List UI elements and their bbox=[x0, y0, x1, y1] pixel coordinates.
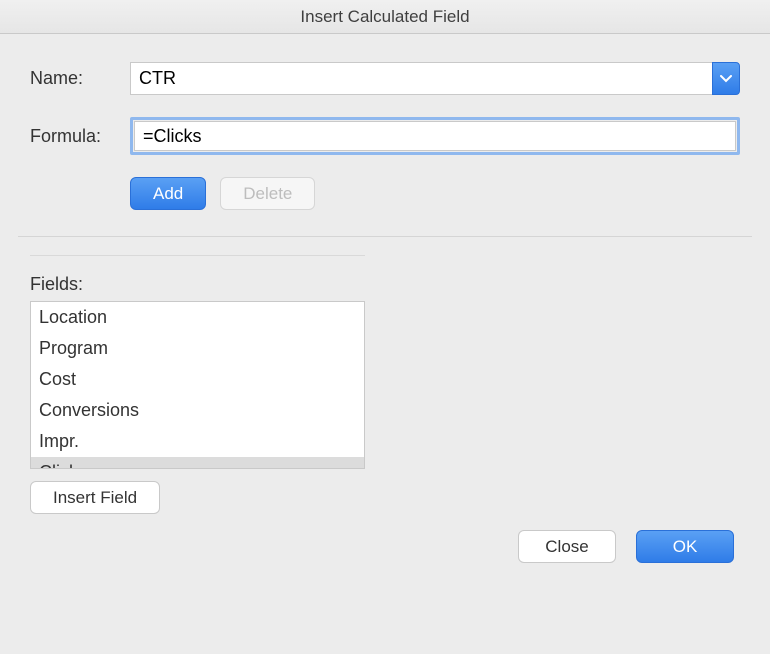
name-combobox bbox=[130, 62, 740, 95]
formula-input-wrap bbox=[130, 117, 740, 155]
name-label: Name: bbox=[30, 68, 130, 89]
formula-input[interactable] bbox=[134, 121, 736, 151]
list-item[interactable]: Clicks bbox=[31, 457, 364, 469]
name-input[interactable] bbox=[130, 62, 712, 95]
formula-label: Formula: bbox=[30, 126, 130, 147]
dialog-content: Name: Formula: Add Delete Fields: Locati… bbox=[0, 34, 770, 583]
fields-listbox[interactable]: LocationProgramCostConversionsImpr.Click… bbox=[30, 301, 365, 469]
chevron-down-icon bbox=[720, 75, 732, 83]
list-item[interactable]: Impr. bbox=[31, 426, 364, 457]
action-button-row: Add Delete bbox=[130, 177, 740, 210]
footer-row: Close OK bbox=[30, 530, 740, 563]
fields-label: Fields: bbox=[30, 274, 740, 295]
delete-button: Delete bbox=[220, 177, 315, 210]
ok-button[interactable]: OK bbox=[636, 530, 734, 563]
divider bbox=[18, 236, 752, 237]
list-item[interactable]: Location bbox=[31, 302, 364, 333]
add-button[interactable]: Add bbox=[130, 177, 206, 210]
insert-row: Insert Field bbox=[30, 481, 740, 514]
dialog-title: Insert Calculated Field bbox=[0, 0, 770, 34]
list-item[interactable]: Conversions bbox=[31, 395, 364, 426]
sub-divider bbox=[30, 255, 365, 256]
name-dropdown-button[interactable] bbox=[712, 62, 740, 95]
list-item[interactable]: Program bbox=[31, 333, 364, 364]
insert-field-button[interactable]: Insert Field bbox=[30, 481, 160, 514]
name-row: Name: bbox=[30, 62, 740, 95]
close-button[interactable]: Close bbox=[518, 530, 616, 563]
list-item[interactable]: Cost bbox=[31, 364, 364, 395]
formula-row: Formula: bbox=[30, 117, 740, 155]
